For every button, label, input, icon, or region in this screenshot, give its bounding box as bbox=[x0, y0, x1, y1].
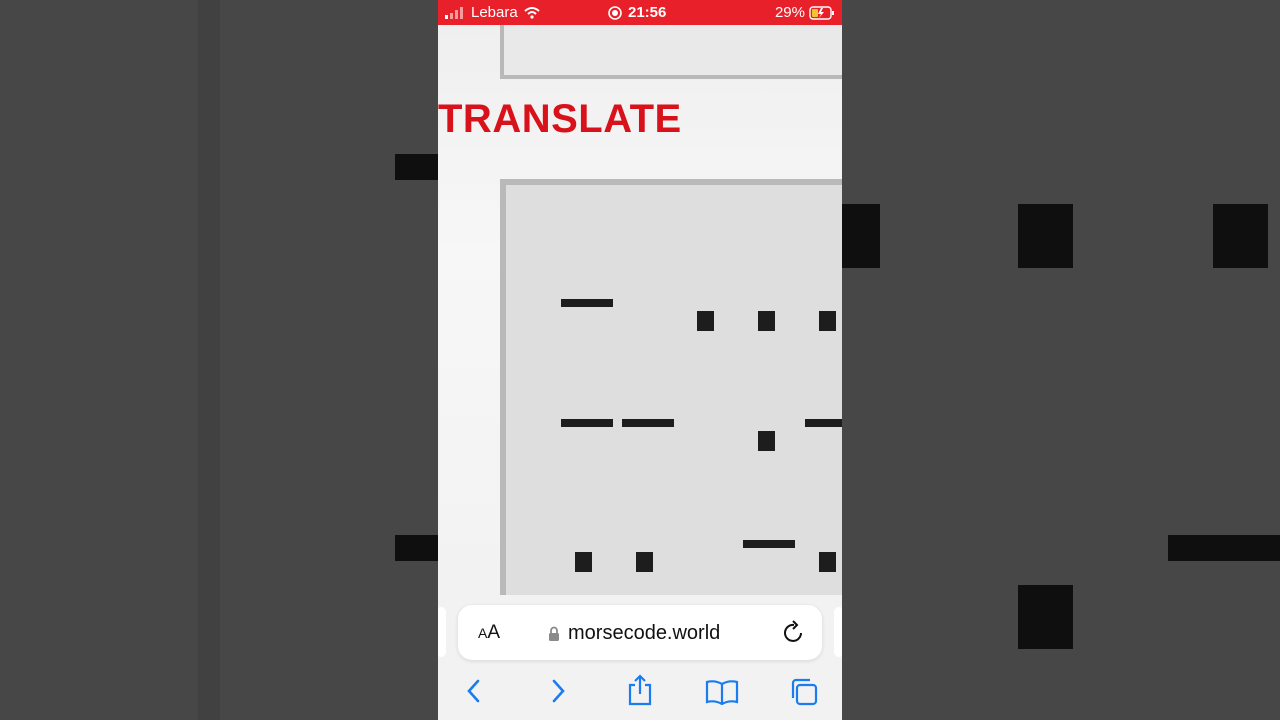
recording-icon bbox=[608, 5, 622, 20]
wifi-icon bbox=[524, 6, 540, 19]
morse-dash bbox=[743, 540, 795, 548]
background-morse-mark bbox=[395, 535, 438, 561]
text-size-button[interactable]: AA bbox=[478, 622, 500, 644]
morse-dot bbox=[697, 311, 714, 331]
morse-dot bbox=[636, 552, 653, 572]
reload-icon[interactable] bbox=[782, 619, 806, 645]
carrier-name: Lebara bbox=[471, 4, 518, 21]
browser-bottom-bar: AA morsecode.world bbox=[438, 595, 842, 720]
web-page[interactable]: TRANSLATE bbox=[438, 25, 842, 595]
previous-tab-peek[interactable] bbox=[438, 607, 446, 657]
morse-output-box bbox=[500, 179, 842, 595]
browser-toolbar bbox=[438, 673, 842, 713]
url-text[interactable]: morsecode.world bbox=[568, 622, 720, 645]
background-morse-mark bbox=[842, 204, 880, 268]
back-icon[interactable] bbox=[464, 677, 484, 705]
morse-dash bbox=[805, 419, 842, 427]
morse-dot bbox=[575, 552, 592, 572]
address-bar[interactable]: AA morsecode.world bbox=[458, 605, 822, 660]
page-heading: TRANSLATE bbox=[438, 97, 682, 141]
battery-percent: 29% bbox=[774, 4, 805, 21]
signal-icon bbox=[445, 6, 463, 19]
background-right bbox=[842, 0, 1280, 720]
background-morse-mark bbox=[1018, 204, 1073, 268]
morse-dot bbox=[819, 311, 836, 331]
morse-dot bbox=[819, 552, 836, 572]
morse-dot bbox=[758, 311, 775, 331]
status-bar: Lebara 21:56 29% bbox=[438, 0, 842, 25]
phone-screen: Lebara 21:56 29% TRANSLATE AA morsecode.… bbox=[438, 0, 842, 720]
morse-dash bbox=[622, 419, 674, 427]
share-icon[interactable] bbox=[626, 673, 654, 707]
bookmarks-icon[interactable] bbox=[705, 679, 739, 705]
background-left bbox=[0, 0, 438, 720]
background-morse-mark bbox=[1168, 535, 1280, 561]
background-morse-mark bbox=[1213, 204, 1268, 268]
background-morse-mark bbox=[1018, 585, 1073, 649]
next-tab-peek[interactable] bbox=[834, 607, 842, 657]
input-box[interactable] bbox=[500, 25, 842, 79]
morse-dash bbox=[561, 299, 613, 307]
lock-icon bbox=[549, 626, 559, 641]
forward-icon[interactable] bbox=[548, 677, 568, 705]
morse-dot bbox=[758, 431, 775, 451]
tabs-icon[interactable] bbox=[789, 677, 819, 707]
battery-charging-icon bbox=[809, 5, 834, 20]
morse-dash bbox=[561, 419, 613, 427]
clock: 21:56 bbox=[628, 4, 667, 21]
background-morse-mark bbox=[395, 154, 438, 180]
